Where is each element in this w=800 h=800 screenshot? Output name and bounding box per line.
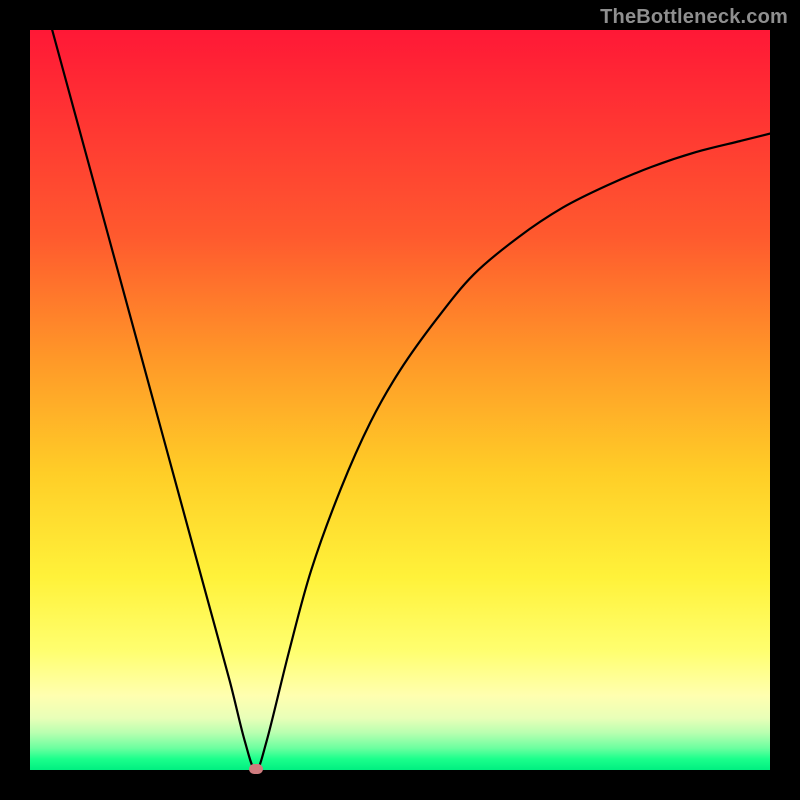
bottleneck-curve-path [52, 30, 770, 770]
min-point-marker [249, 764, 263, 774]
chart-frame: TheBottleneck.com [0, 0, 800, 800]
bottleneck-curve-svg [30, 30, 770, 770]
watermark-text: TheBottleneck.com [600, 6, 788, 29]
chart-plot-area [30, 30, 770, 770]
